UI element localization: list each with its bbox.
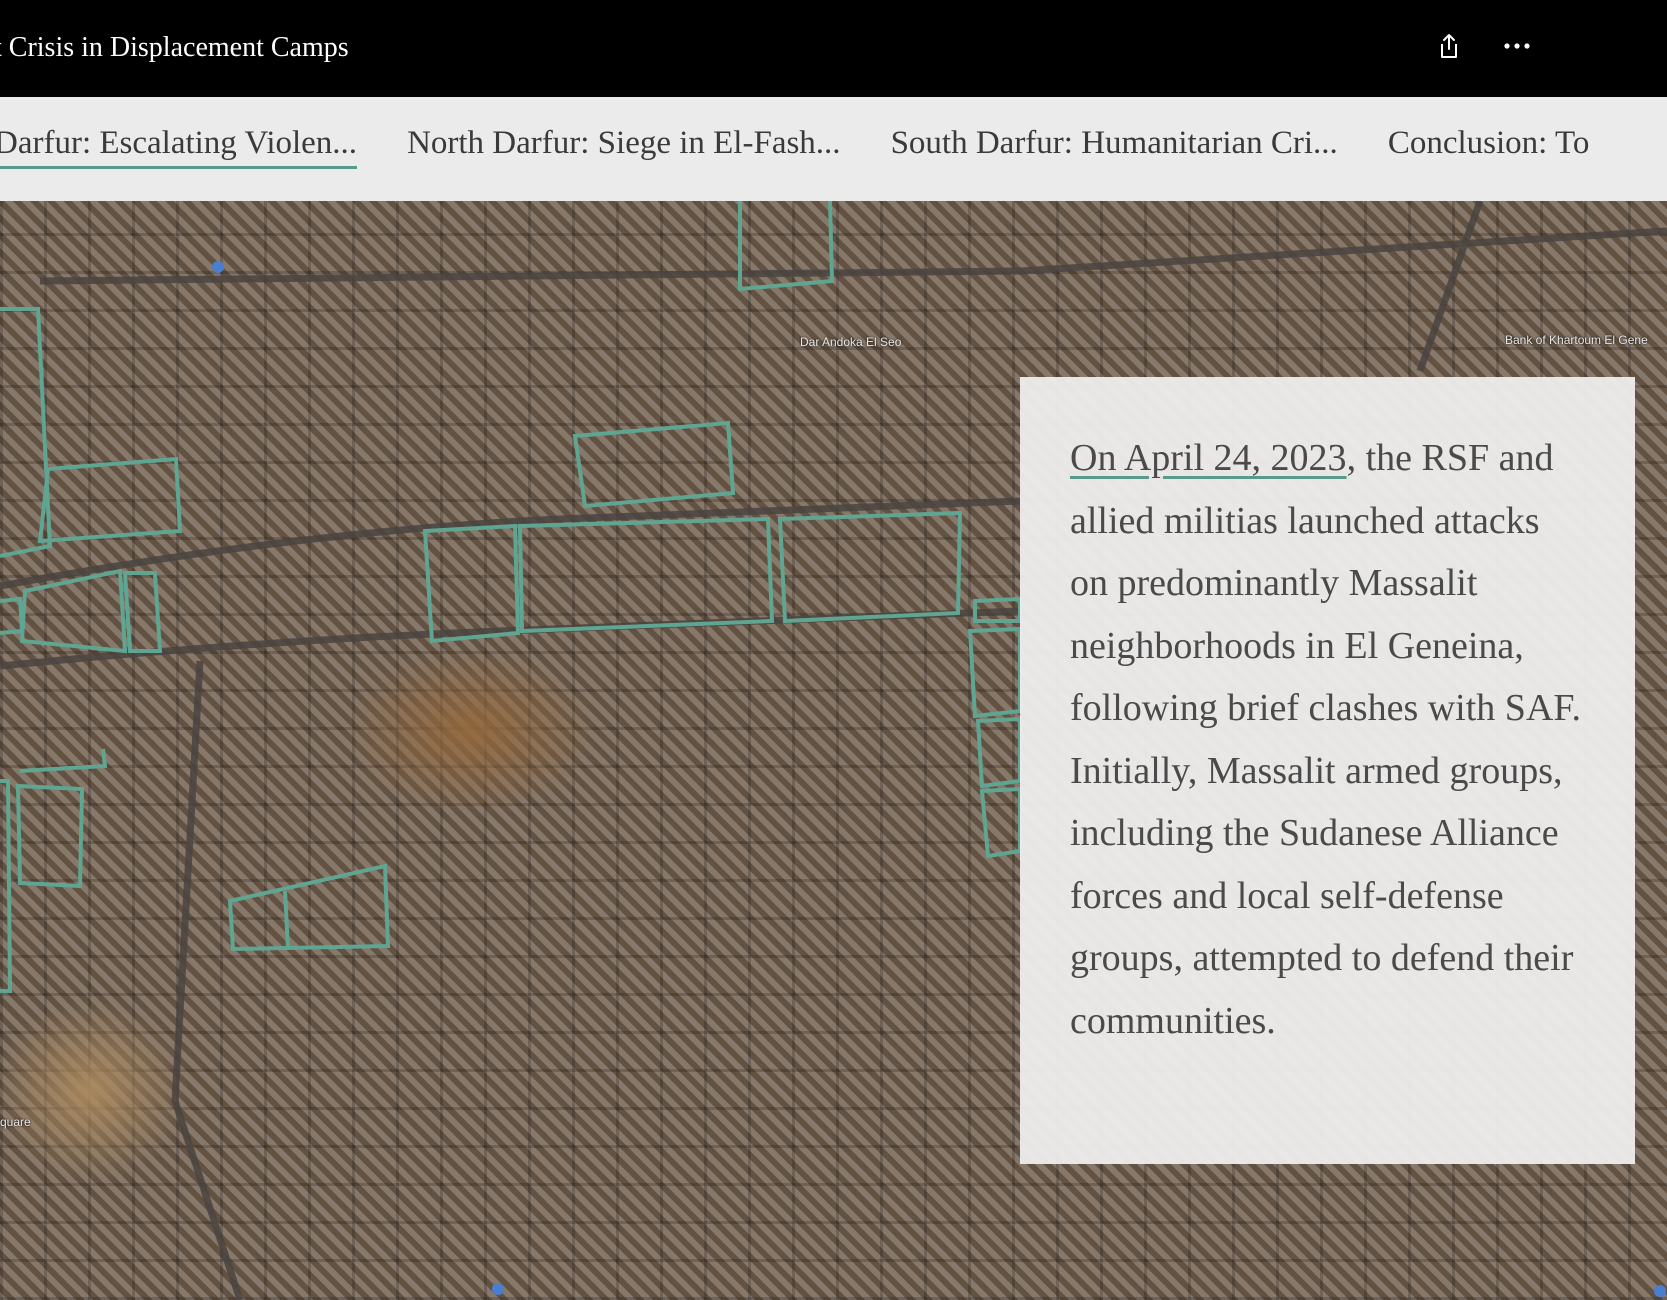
more-horizontal-icon (1504, 43, 1530, 49)
story-text-card: On April 24, 2023, the RSF and allied mi… (1020, 377, 1635, 1164)
share-icon (1441, 34, 1457, 58)
story-header: t Crisis in Displacement Camps (0, 0, 1667, 97)
nav-item-south-darfur-humanitarian[interactable]: South Darfur: Humanitarian Cri... (891, 125, 1338, 169)
map-label-dar-andoka: Dar Andoka El Seo (800, 335, 902, 349)
nav-item-north-darfur-siege[interactable]: North Darfur: Siege in El-Fash... (407, 125, 841, 169)
section-nav-track: Darfur: Escalating Violen... North Darfu… (0, 125, 1589, 169)
map-label-bank: Bank of Khartoum El Gene (1505, 333, 1648, 347)
section-navigation: Darfur: Escalating Violen... North Darfu… (0, 97, 1667, 201)
header-actions (1429, 26, 1537, 66)
date-link[interactable]: On April 24, 2023 (1070, 437, 1347, 479)
share-button[interactable] (1429, 26, 1469, 66)
more-options-button[interactable] (1497, 26, 1537, 66)
nav-item-darfur-escalating-violence[interactable]: Darfur: Escalating Violen... (0, 125, 358, 169)
story-paragraph-text: , the RSF and allied militias launched a… (1070, 437, 1581, 1042)
nav-item-conclusion[interactable]: Conclusion: To (1388, 125, 1590, 169)
story-paragraph: On April 24, 2023, the RSF and allied mi… (1070, 427, 1585, 1052)
map-label-square: quare (0, 1115, 31, 1129)
story-title: t Crisis in Displacement Camps (0, 32, 349, 63)
